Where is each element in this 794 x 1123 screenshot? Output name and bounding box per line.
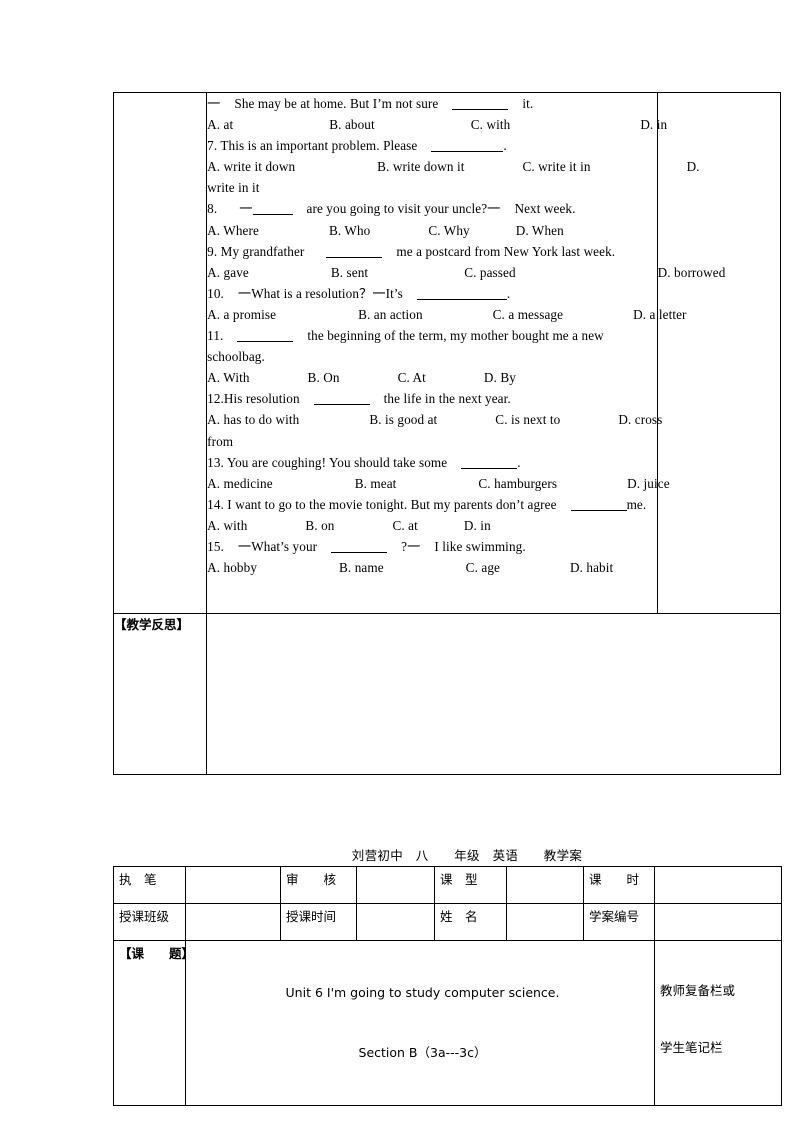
question-line-q11-stem: 11. the beginning of the term, my mother … <box>207 328 604 344</box>
field-value-class-time[interactable] <box>356 903 435 941</box>
note-column-header: 教师复备栏或 学生笔记栏 <box>654 940 782 1106</box>
question-line-q13-options: A. medicine B. meat C. hamburgers D. juice <box>207 475 670 491</box>
question-line-q9-options: A. gave B. sent C. passed D. borrowed <box>207 264 726 280</box>
answer-blank <box>452 109 509 110</box>
answer-blank <box>326 256 383 258</box>
field-label-plan-number: 学案编号 <box>583 903 655 941</box>
reflection-content-area[interactable] <box>206 613 781 775</box>
question-line-q8-stem: 8. 一 are you going to visit your uncle?一 Ne… <box>207 201 576 217</box>
answer-blank <box>313 404 370 406</box>
exercise-row: 一 She may be at home. But I’m not sure it.… <box>112 92 782 614</box>
subject-title-line1: Unit 6 I'm going to study computer scien… <box>285 985 560 1000</box>
field-value-class[interactable] <box>185 903 281 941</box>
exercise-questions-cell: 一 She may be at home. But I’m not sure it.… <box>206 92 726 614</box>
field-value-name[interactable] <box>506 903 584 941</box>
question-line-q6-options: A. at B. about C. with D. in <box>207 117 668 133</box>
field-value-author[interactable] <box>185 866 281 904</box>
question-line-q10-stem: 10. 一What is a resolution？一It’s. <box>207 285 511 301</box>
question-line-q7-stem: 7. This is an important problem. Please. <box>207 138 507 154</box>
exercise-table: 一 She may be at home. But I’m not sure it.… <box>112 92 782 775</box>
field-label-author: 执 笔 <box>113 866 186 904</box>
question-line-q11-options: A. With B. On C. At D. By <box>207 370 516 386</box>
answer-blank <box>570 509 627 511</box>
exercise-right-note-cell <box>656 92 782 614</box>
question-line-q15-options: A. hobby B. name C. age D. habit <box>207 560 614 576</box>
question-line-q7-options-cont: write in it <box>207 180 260 196</box>
answer-blank <box>331 551 388 553</box>
field-label-reviewer: 审 核 <box>280 866 357 904</box>
question-line-q6-stem: 一 She may be at home. But I’m not sure it. <box>207 96 534 111</box>
question-line-q8-options: A. Where B. Who C. Why D. When <box>207 222 564 238</box>
question-line-q15-stem: 15. 一What’s your ?一 I like swimming. <box>207 538 526 554</box>
question-line-q14-options: A. with B. on C. at D. in <box>207 517 491 533</box>
table-row: 执 笔 审 核 课 型 课 时 <box>113 866 782 904</box>
question-line-q14-stem: 14. I want to go to the movie tonight. B… <box>207 496 647 512</box>
document-heading: 刘营初中 八 年级 英语 教学案 <box>351 848 583 863</box>
answer-blank <box>416 298 507 300</box>
question-line-q9-stem: 9. My grandfather me a postcard from New … <box>207 243 616 259</box>
reflection-row: 【教学反思】 <box>112 613 781 775</box>
question-line-q12-options-cont: from <box>207 433 234 449</box>
field-value-subject: Unit 6 I'm going to study computer scien… <box>185 940 655 1106</box>
question-line-q13-stem: 13. You are coughing! You should take so… <box>207 454 521 470</box>
field-label-class-time: 授课时间 <box>280 903 357 941</box>
answer-blank <box>252 214 293 216</box>
table-row: 授课班级 授课时间 姓 名 学案编号 <box>113 903 782 941</box>
field-value-plan-number[interactable] <box>654 903 782 941</box>
question-line-q11-stem-cont: schoolbag. <box>207 349 265 365</box>
document-page: 一 She may be at home. But I’m not sure it.… <box>0 0 794 1123</box>
subject-title-line2: Section B（3a---3c） <box>358 1045 487 1060</box>
note-column-line2: 学生笔记栏 <box>660 1040 723 1055</box>
question-line-q7-options: A. write it down B. write down it C. write… <box>207 159 700 175</box>
question-line-q12-options: A. has to do with B. is good at C. is next… <box>207 412 663 428</box>
subject-row: 【课 题】 Unit 6 I'm going to study computer… <box>113 940 782 1106</box>
field-label-lesson-type: 课 型 <box>434 866 507 904</box>
reflection-label: 【教学反思】 <box>112 613 208 775</box>
lesson-info-table: 执 笔 审 核 课 型 课 时 授课班级 授课时间 姓 名 学案编号 【课 题】… <box>113 866 782 1106</box>
field-value-lesson-type[interactable] <box>506 866 584 904</box>
answer-blank <box>237 341 294 343</box>
field-label-subject: 【课 题】 <box>113 940 194 1106</box>
field-label-class: 授课班级 <box>113 903 186 941</box>
field-label-class-hours: 课 时 <box>583 866 655 904</box>
note-column-line1: 教师复备栏或 <box>660 983 736 998</box>
exercise-left-empty-cell <box>112 92 208 614</box>
answer-blank <box>461 467 518 469</box>
field-value-reviewer[interactable] <box>356 866 435 904</box>
lesson-plan-header-section: 刘营初中 八 年级 英语 教学案 执 笔 审 核 课 型 课 时 授课班级 授课… <box>113 846 782 1106</box>
field-value-class-hours[interactable] <box>654 866 782 904</box>
question-line-q12-stem: 12.His resolution the life in the next ye… <box>207 391 511 407</box>
field-label-name: 姓 名 <box>434 903 507 941</box>
answer-blank <box>431 151 504 153</box>
question-line-q10-options: A. a promise B. an action C. a message D. a… <box>207 306 687 322</box>
